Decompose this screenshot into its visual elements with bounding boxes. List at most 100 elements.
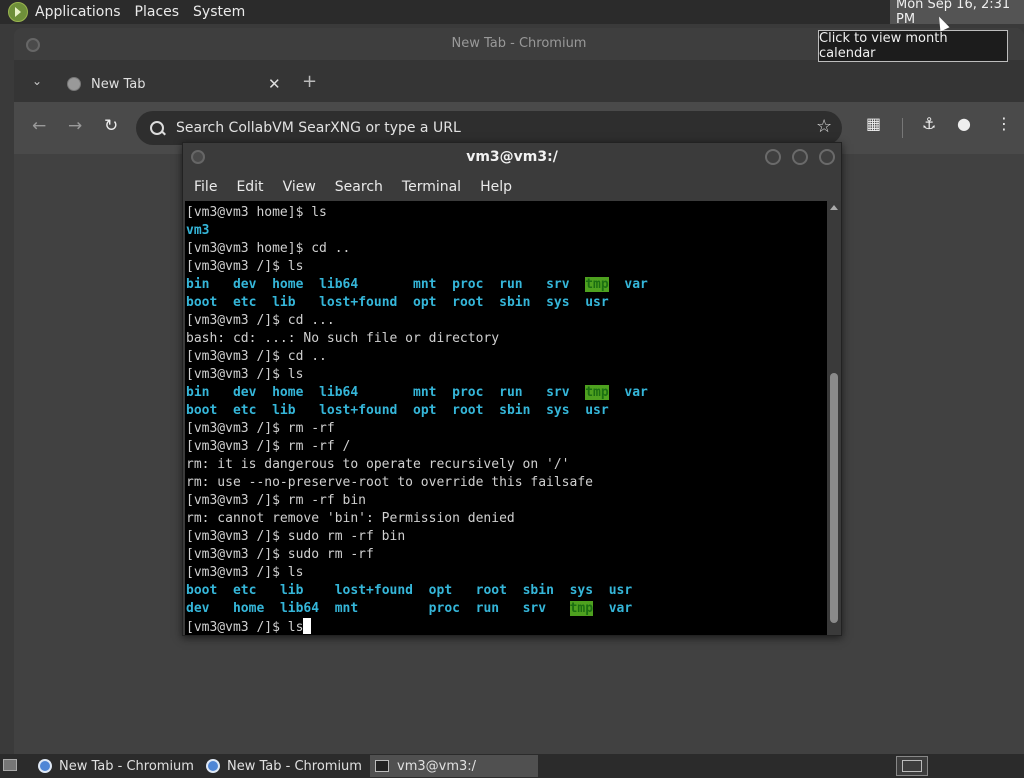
terminal-line: [vm3@vm3 /]$ ls <box>186 618 648 635</box>
directory-name: root <box>475 583 507 598</box>
directory-name: opt <box>428 583 453 598</box>
terminal-text: [vm3@vm3 /]$ cd .. <box>186 349 327 364</box>
directory-name: lost+found <box>319 295 398 310</box>
directory-name: var <box>608 601 633 616</box>
scroll-up-arrow-icon[interactable] <box>830 205 838 210</box>
directory-name: run <box>475 601 500 616</box>
terminal-text: [vm3@vm3 /]$ rm -rf <box>186 421 335 436</box>
menu-file[interactable]: File <box>194 179 217 195</box>
minimize-icon[interactable] <box>765 149 781 165</box>
menu-edit[interactable]: Edit <box>236 179 263 195</box>
bookmark-star-icon[interactable]: ☆ <box>816 116 832 137</box>
menu-system[interactable]: System <box>193 4 245 20</box>
taskbar-item-terminal[interactable]: vm3@vm3:/ <box>370 755 538 777</box>
maximize-icon[interactable] <box>792 149 808 165</box>
reload-icon[interactable]: ↻ <box>104 116 118 136</box>
tab-strip: ⌄ New Tab ✕ + <box>14 60 1024 102</box>
tab-new-tab[interactable]: New Tab ✕ <box>54 67 292 102</box>
menu-applications[interactable]: Applications <box>35 4 121 20</box>
terminal-screen[interactable]: [vm3@vm3 home]$ ls vm3 [vm3@vm3 home]$ cd … <box>185 201 827 635</box>
terminal-line: [vm3@vm3 /]$ ls <box>186 366 648 384</box>
panel-clock[interactable]: Mon Sep 16, 2:31 PM <box>890 0 1024 27</box>
menu-help[interactable]: Help <box>480 179 512 195</box>
directory-name: opt <box>413 403 437 418</box>
terminal-line: rm: use --no-preserve-root to override t… <box>186 474 648 492</box>
terminal-line: [vm3@vm3 /]$ ls <box>186 564 648 582</box>
directory-name: run <box>499 385 523 400</box>
taskbar-item-chromium-2[interactable]: New Tab - Chromium <box>200 755 368 777</box>
new-tab-button[interactable]: + <box>302 73 317 91</box>
terminal-scrollbar[interactable] <box>827 201 841 635</box>
close-icon[interactable] <box>819 149 835 165</box>
terminal-titlebar[interactable]: vm3@vm3:/ <box>183 143 841 173</box>
menu-view[interactable]: View <box>283 179 316 195</box>
directory-name: usr <box>608 583 633 598</box>
menu-dots-icon[interactable]: ⋮ <box>996 114 1012 133</box>
directory-name: bin <box>186 385 210 400</box>
directory-name: proc <box>452 277 484 292</box>
directory-tmp: tmp <box>585 385 609 400</box>
terminal-text: [vm3@vm3 /]$ ls <box>186 620 304 635</box>
terminal-text: rm: it is dangerous to operate recursive… <box>186 457 570 472</box>
profile-icon[interactable]: ● <box>957 114 971 133</box>
workspace-switcher[interactable] <box>896 756 928 776</box>
labs-flask-icon[interactable]: ⚓ <box>922 114 936 133</box>
directory-name: lib <box>272 295 296 310</box>
back-arrow-icon[interactable]: ← <box>32 116 46 136</box>
show-desktop-icon[interactable] <box>3 759 17 771</box>
terminal-line: rm: cannot remove 'bin': Permission deni… <box>186 510 648 528</box>
directory-name: var <box>624 277 648 292</box>
directory-name: vm3 <box>186 223 210 238</box>
extensions-icon[interactable]: ▦ <box>866 114 881 133</box>
menu-terminal[interactable]: Terminal <box>402 179 461 195</box>
terminal-line: [vm3@vm3 /]$ rm -rf <box>186 420 648 438</box>
directory-name: etc <box>232 295 257 310</box>
directory-name: srv <box>522 601 547 616</box>
directory-name: home <box>232 601 265 616</box>
forward-arrow-icon[interactable]: → <box>68 116 82 136</box>
applications-logo-icon[interactable] <box>8 2 28 22</box>
tab-search-chevron-icon[interactable]: ⌄ <box>32 74 42 88</box>
menu-search[interactable]: Search <box>335 179 383 195</box>
directory-name: dev <box>232 385 257 400</box>
directory-name: usr <box>585 295 609 310</box>
terminal-line: [vm3@vm3 /]$ rm -rf bin <box>186 492 648 510</box>
directory-name: lib64 <box>279 601 320 616</box>
terminal-line: boot etc lib lost+found opt root sbin sy… <box>186 402 648 420</box>
taskbar-item-label: New Tab - Chromium <box>59 758 194 774</box>
directory-name: mnt <box>334 601 359 616</box>
search-icon <box>150 121 164 135</box>
taskbar-item-chromium-1[interactable]: New Tab - Chromium <box>32 755 200 777</box>
tab-close-icon[interactable]: ✕ <box>268 75 281 93</box>
scrollbar-thumb[interactable] <box>830 373 838 623</box>
directory-name: lost+found <box>334 583 414 598</box>
omnibox[interactable]: Search CollabVM SearXNG or type a URL ☆ <box>136 111 842 145</box>
menu-places[interactable]: Places <box>135 4 180 20</box>
directory-tmp: tmp <box>569 601 594 616</box>
terminal-text: rm: cannot remove 'bin': Permission deni… <box>186 511 515 526</box>
tab-label: New Tab <box>91 77 146 92</box>
directory-name: sys <box>546 295 570 310</box>
directory-name: mnt <box>413 385 437 400</box>
directory-name: lost+found <box>319 403 398 418</box>
terminal-line: [vm3@vm3 /]$ rm -rf / <box>186 438 648 456</box>
